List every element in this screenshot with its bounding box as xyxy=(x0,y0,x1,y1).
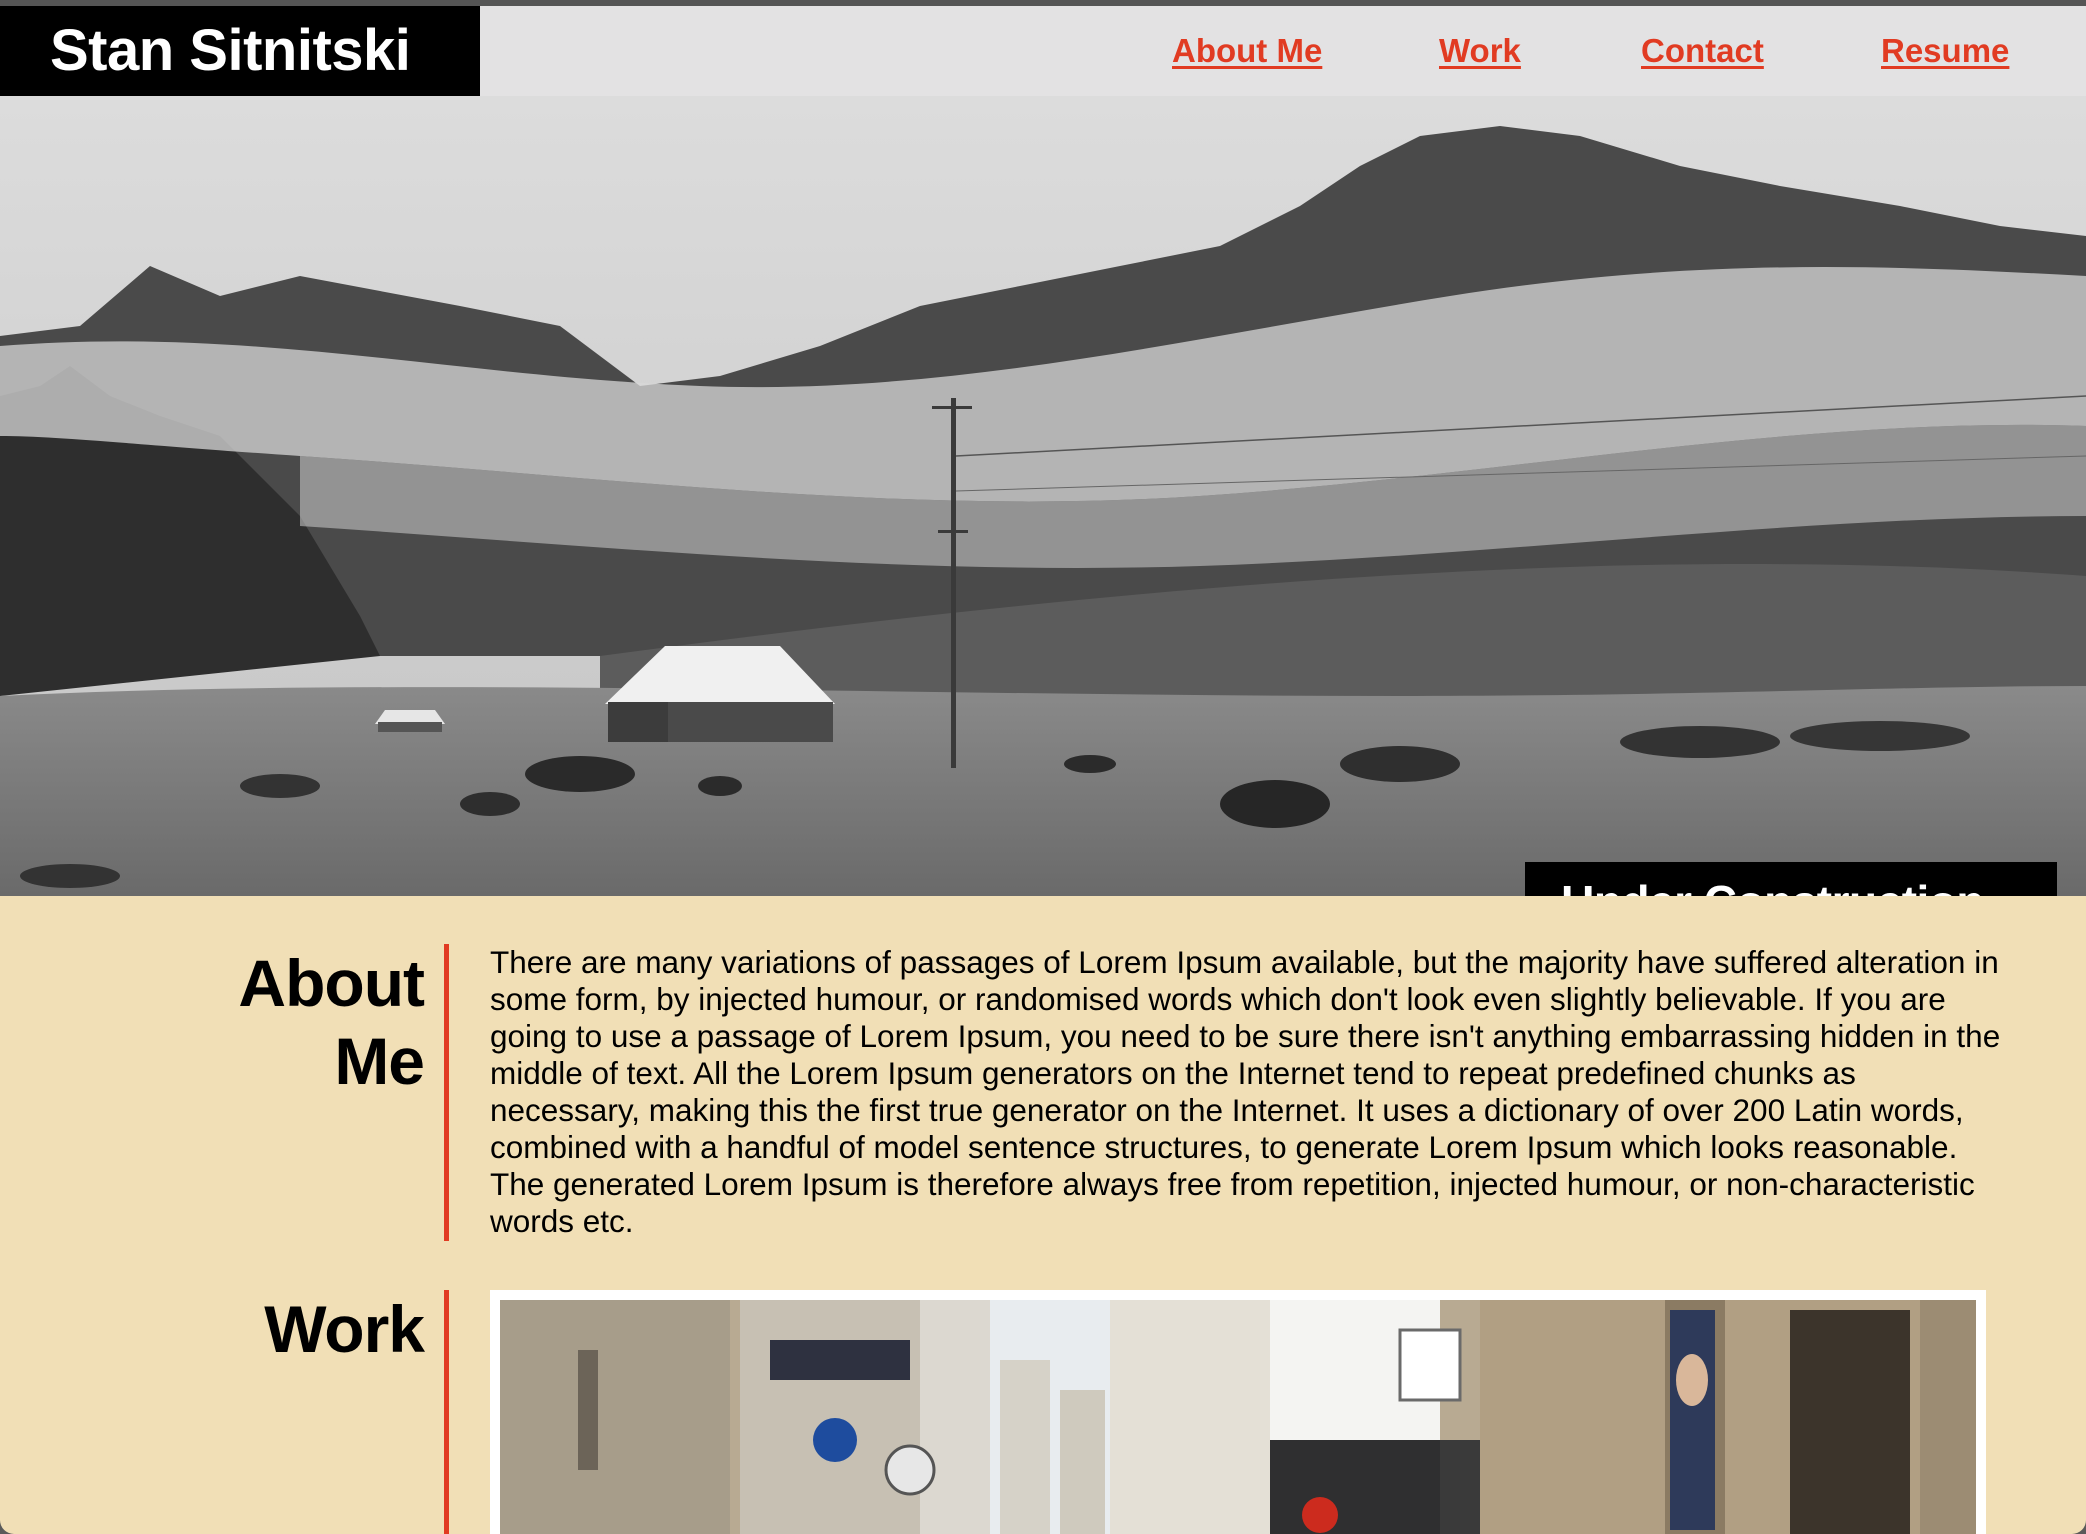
about-me-heading-text: About Me xyxy=(238,946,425,1098)
about-me-text: There are many variations of passages of… xyxy=(490,944,2001,1239)
hero-photo xyxy=(0,96,2086,896)
browser-viewport: Stan Sitnitski About Me Work Contact Res… xyxy=(0,0,2086,1534)
under-construction-badge: Under Construction... xyxy=(1525,862,2057,896)
work-accent-rule xyxy=(444,1290,449,1534)
nav-link-contact[interactable]: Contact xyxy=(1641,6,1764,96)
nav-link-work[interactable]: Work xyxy=(1439,6,1521,96)
nav-link-about-me[interactable]: About Me xyxy=(1172,6,1322,96)
site-brand[interactable]: Stan Sitnitski xyxy=(0,6,480,96)
about-me-accent-rule xyxy=(444,944,449,1241)
nav-link-resume[interactable]: Resume xyxy=(1881,6,2009,96)
hero-banner: Under Construction... xyxy=(0,96,2086,896)
work-heading: Work xyxy=(264,1292,425,1366)
about-me-heading: About Me xyxy=(194,944,425,1100)
work-image-frame[interactable] xyxy=(490,1290,1986,1534)
site-header: Stan Sitnitski About Me Work Contact Res… xyxy=(0,6,2086,96)
work-photo xyxy=(500,1300,1976,1534)
